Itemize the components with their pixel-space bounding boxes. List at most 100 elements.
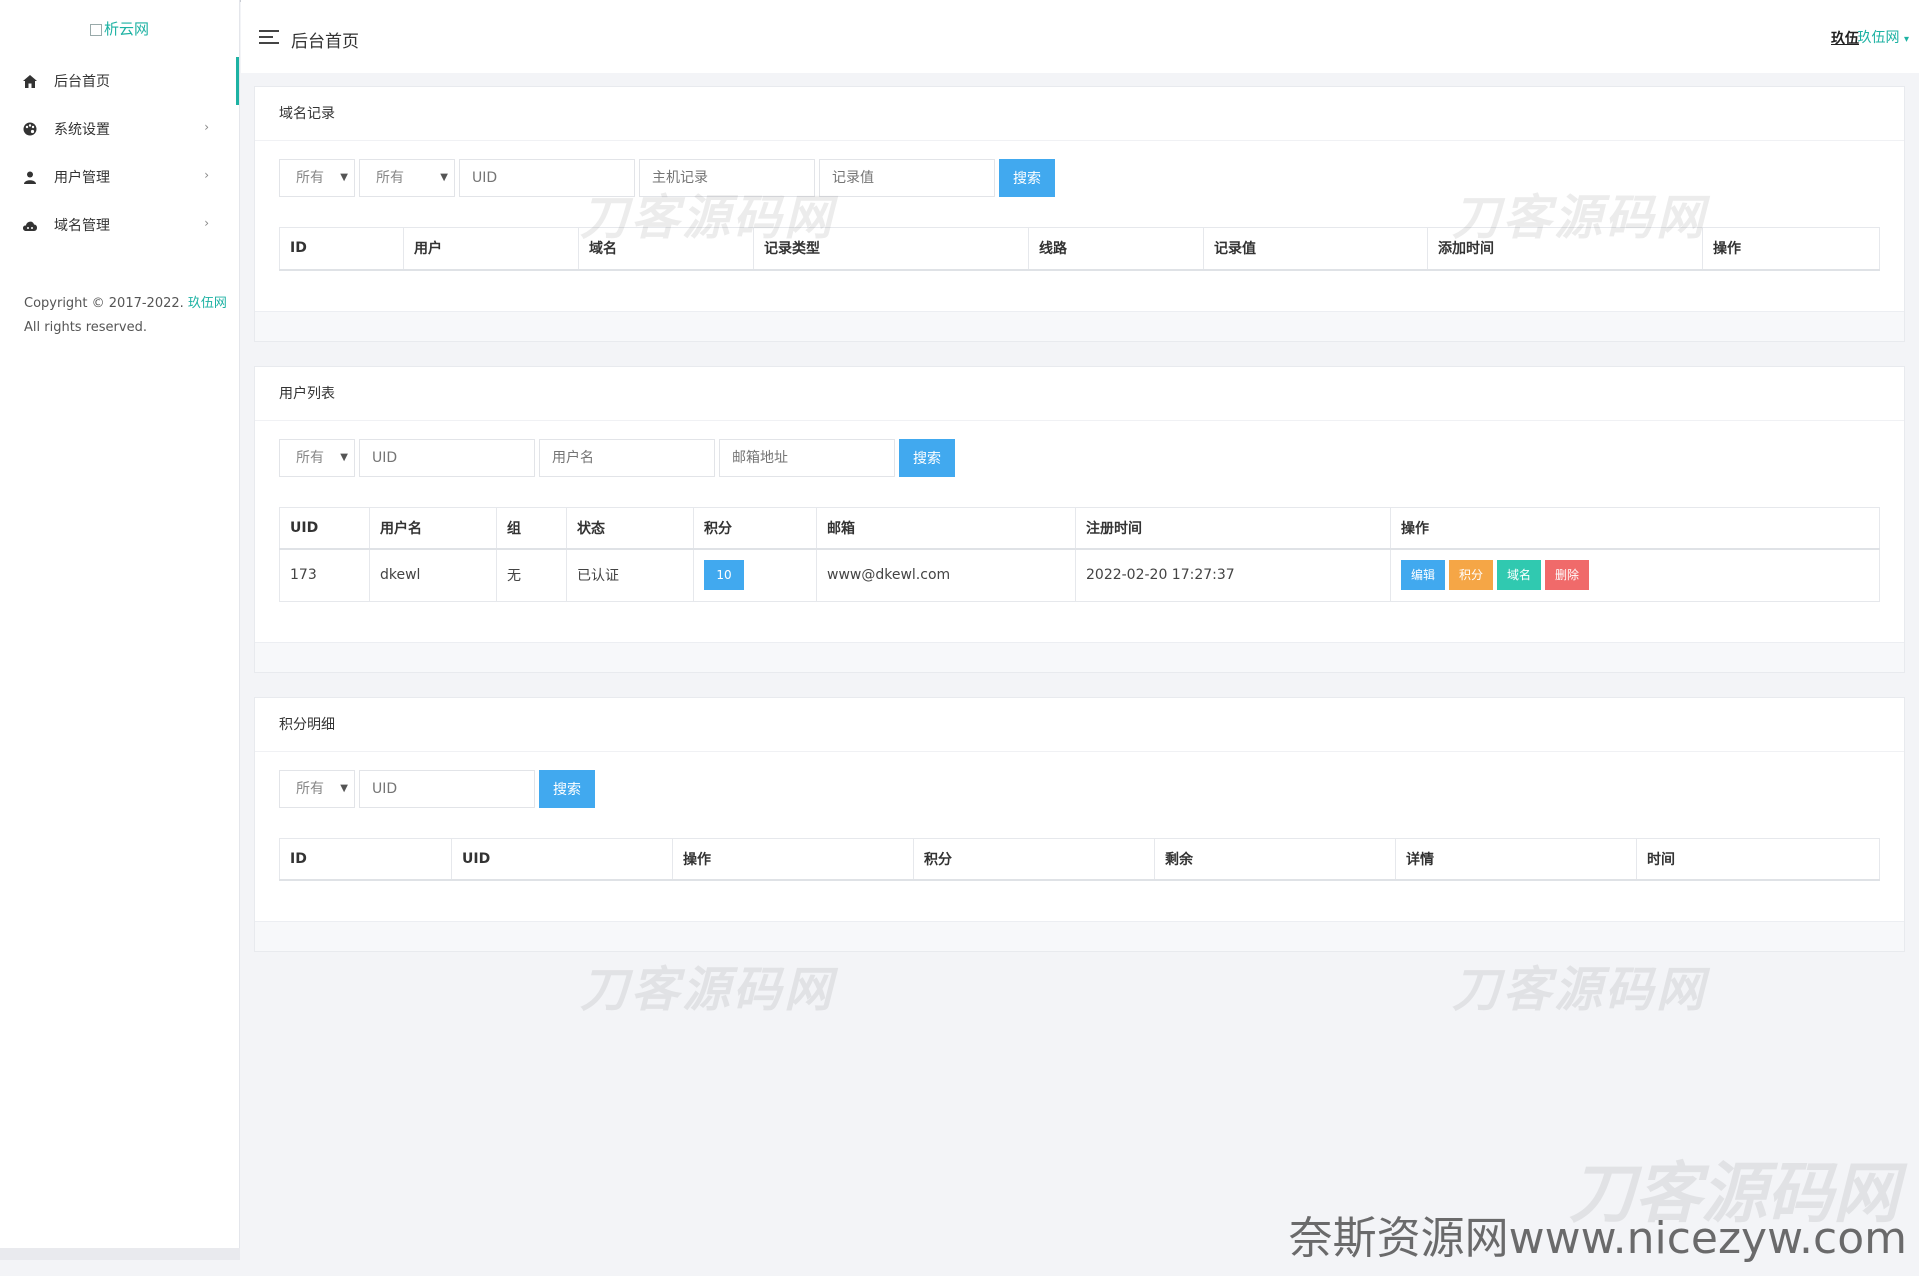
table-header-row: ID 用户 域名 记录类型 线路 记录值 添加时间 操作 <box>279 227 1880 271</box>
points-badge[interactable]: 10 <box>704 560 744 591</box>
card-footer <box>255 310 1904 341</box>
domain-records-table: ID 用户 域名 记录类型 线路 记录值 添加时间 操作 <box>279 227 1880 271</box>
site-dropdown[interactable]: 玖伍网 ▾ <box>1858 27 1909 47</box>
column-header[interactable]: 积分 <box>913 837 1155 881</box>
cell-registered: 2022-02-20 17:27:37 <box>1075 548 1391 602</box>
user-list-table: UID 用户名 组 状态 积分 邮箱 注册时间 操作 173 dkewl 无 已… <box>279 506 1880 602</box>
column-header[interactable]: 域名 <box>578 227 754 271</box>
select-value: 所有 <box>296 449 324 466</box>
cell-status: 已认证 <box>566 548 694 602</box>
sidebar-footer-strip <box>0 1248 240 1260</box>
cell-actions: 编辑 积分 域名 删除 <box>1390 548 1880 602</box>
site-dropdown-label: 玖伍网 <box>1857 30 1900 46</box>
select-value: 所有 <box>296 170 324 186</box>
user-list-card: 用户列表 所有 ▼ 搜索 UID 用户名 <box>254 365 1905 673</box>
column-header[interactable]: 记录值 <box>1203 227 1428 271</box>
column-header[interactable]: ID <box>279 227 404 271</box>
chevron-right-icon: › <box>204 168 209 182</box>
cloud-icon <box>22 217 38 233</box>
card-title: 积分明细 <box>255 698 1904 752</box>
search-button[interactable]: 搜索 <box>999 159 1055 197</box>
uid-input[interactable] <box>359 769 535 808</box>
table-header-row: ID UID 操作 积分 剩余 详情 时间 <box>279 837 1880 881</box>
host-record-input[interactable] <box>639 159 815 197</box>
menu-toggle-icon[interactable] <box>259 30 279 46</box>
select-value: 所有 <box>376 170 404 186</box>
sidebar-nav: 后台首页 系统设置 › 用户管理 › 域名管理 › <box>0 57 239 249</box>
header-username[interactable]: 玖伍 <box>1831 28 1859 48</box>
caret-down-icon: ▼ <box>340 172 348 183</box>
uid-input[interactable] <box>359 438 535 477</box>
cell-group: 无 <box>496 548 567 602</box>
domain-records-card: 域名记录 所有 ▼ 所有 ▼ 搜索 <box>254 86 1905 342</box>
delete-button[interactable]: 删除 <box>1545 560 1590 591</box>
table-row: 173 dkewl 无 已认证 10 www@dkewl.com 2022-02… <box>279 548 1880 602</box>
column-header[interactable]: 邮箱 <box>816 506 1076 550</box>
column-header[interactable]: 组 <box>496 506 567 550</box>
column-header[interactable]: 剩余 <box>1154 837 1396 881</box>
email-input[interactable] <box>719 438 895 477</box>
watermark: 刀客源码网 <box>1569 1154 1899 1232</box>
sidebar-item-user-management[interactable]: 用户管理 › <box>0 153 239 201</box>
cell-email: www@dkewl.com <box>816 548 1076 602</box>
card-title: 用户列表 <box>255 367 1904 421</box>
card-title: 域名记录 <box>255 87 1904 141</box>
username-input[interactable] <box>539 438 715 477</box>
copyright: Copyright © 2017-2022. 玖伍网 All rights re… <box>0 292 239 340</box>
user-icon <box>22 169 38 185</box>
column-header[interactable]: UID <box>451 837 673 881</box>
points-detail-card: 积分明细 所有 ▼ 搜索 ID UID 操作 <box>254 696 1905 952</box>
logo[interactable]: 析云网 <box>0 0 239 57</box>
sidebar: 析云网 后台首页 系统设置 › 用户管理 › 域名管理 › Copyright … <box>0 0 240 1260</box>
sidebar-item-domain-management[interactable]: 域名管理 › <box>0 201 239 249</box>
sidebar-item-label: 域名管理 <box>54 218 110 234</box>
broken-image-icon <box>89 23 102 36</box>
points-button[interactable]: 积分 <box>1449 560 1494 591</box>
caret-down-icon: ▼ <box>340 782 348 794</box>
column-header[interactable]: 用户 <box>403 227 579 271</box>
column-header[interactable]: UID <box>279 506 370 550</box>
domain-button[interactable]: 域名 <box>1497 560 1542 591</box>
table-header-row: UID 用户名 组 状态 积分 邮箱 注册时间 操作 <box>279 506 1880 550</box>
uid-input[interactable] <box>459 159 635 197</box>
caret-down-icon: ▼ <box>440 172 448 183</box>
column-header[interactable]: 操作 <box>672 837 914 881</box>
filter-select[interactable]: 所有 ▼ <box>279 438 355 477</box>
sidebar-item-label: 后台首页 <box>54 74 110 90</box>
cell-uid: 173 <box>279 548 370 602</box>
copyright-brand-link[interactable]: 玖伍网 <box>188 296 227 311</box>
filter-select[interactable]: 所有 ▼ <box>279 769 355 808</box>
home-icon <box>22 73 38 89</box>
search-button[interactable]: 搜索 <box>539 769 595 808</box>
column-header[interactable]: 操作 <box>1702 227 1880 271</box>
column-header[interactable]: 状态 <box>566 506 694 550</box>
points-detail-table: ID UID 操作 积分 剩余 详情 时间 <box>279 837 1880 881</box>
column-header[interactable]: 操作 <box>1390 506 1880 550</box>
record-value-input[interactable] <box>819 159 995 197</box>
caret-down-icon: ▾ <box>1903 34 1909 45</box>
sidebar-item-home[interactable]: 后台首页 <box>0 57 239 105</box>
column-header[interactable]: 积分 <box>693 506 817 550</box>
select-value: 所有 <box>296 780 324 797</box>
search-button[interactable]: 搜索 <box>899 438 955 477</box>
user-list-toolbar: 所有 ▼ 搜索 <box>279 438 1880 477</box>
main-content: 域名记录 所有 ▼ 所有 ▼ 搜索 <box>254 86 1905 976</box>
chevron-right-icon: › <box>204 216 209 230</box>
edit-button[interactable]: 编辑 <box>1401 560 1446 591</box>
chevron-right-icon: › <box>204 120 209 134</box>
rights-text: All rights reserved. <box>24 320 147 335</box>
filter-select-1[interactable]: 所有 ▼ <box>279 159 355 197</box>
sidebar-item-system-settings[interactable]: 系统设置 › <box>0 105 239 153</box>
column-header[interactable]: 用户名 <box>369 506 497 550</box>
column-header[interactable]: 时间 <box>1636 837 1880 881</box>
column-header[interactable]: ID <box>279 837 452 881</box>
sidebar-item-label: 系统设置 <box>54 122 110 138</box>
palette-icon <box>22 121 38 137</box>
column-header[interactable]: 添加时间 <box>1427 227 1703 271</box>
column-header[interactable]: 记录类型 <box>753 227 1029 271</box>
column-header[interactable]: 注册时间 <box>1075 506 1391 550</box>
cell-username: dkewl <box>369 548 497 602</box>
column-header[interactable]: 详情 <box>1395 837 1637 881</box>
column-header[interactable]: 线路 <box>1028 227 1204 271</box>
filter-select-2[interactable]: 所有 ▼ <box>359 159 455 197</box>
